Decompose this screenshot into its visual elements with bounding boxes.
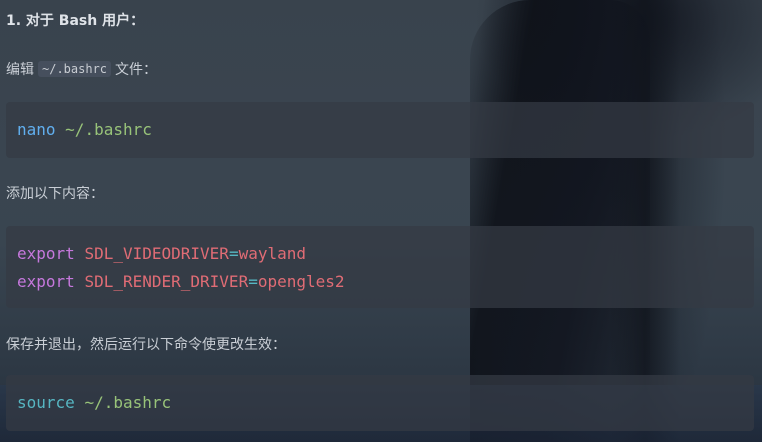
code-operator: = <box>248 272 258 291</box>
code-block-export[interactable]: export SDL_VIDEODRIVER=wayland export SD… <box>6 226 754 308</box>
code-variable: SDL_VIDEODRIVER <box>84 244 229 263</box>
code-argument: ~/.bashrc <box>84 393 172 412</box>
inline-code-filename: ~/.bashrc <box>38 61 112 77</box>
code-command: nano <box>17 120 56 139</box>
step-add-content: 添加以下内容： <box>6 186 104 202</box>
code-block-source[interactable]: source ~/.bashrc <box>6 375 754 431</box>
code-line: export SDL_VIDEODRIVER=wayland <box>17 244 306 263</box>
code-line: export SDL_RENDER_DRIVER=opengles2 <box>17 272 345 291</box>
code-command: source <box>17 393 75 412</box>
code-value: opengles2 <box>257 272 345 291</box>
step-edit-prefix: 编辑 <box>6 62 34 78</box>
code-operator: = <box>228 244 239 263</box>
code-block-nano[interactable]: nano ~/.bashrc <box>6 102 754 158</box>
code-value: wayland <box>238 244 307 263</box>
code-variable: SDL_RENDER_DRIVER <box>84 272 249 291</box>
step-edit-file: 编辑 ~/.bashrc 文件： <box>6 59 157 79</box>
step-edit-suffix: 文件： <box>115 62 158 78</box>
section-heading: 1. 对于 Bash 用户： <box>6 13 145 29</box>
code-keyword: export <box>17 272 75 291</box>
code-keyword: export <box>17 244 75 263</box>
code-argument: ~/.bashrc <box>65 120 152 139</box>
markdown-content: 1. 对于 Bash 用户： 编辑 ~/.bashrc 文件： nano ~/.ba… <box>0 0 762 442</box>
step-apply-changes: 保存并退出，然后运行以下命令使更改生效： <box>6 337 286 353</box>
